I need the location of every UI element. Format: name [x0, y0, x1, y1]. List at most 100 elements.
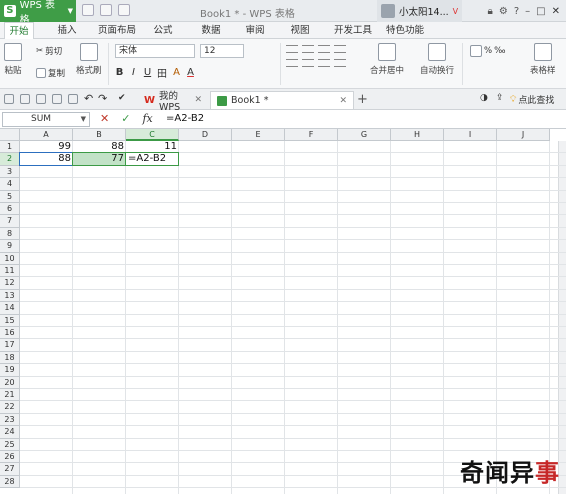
check-icon[interactable]: ✔ [118, 93, 126, 103]
cancel-icon[interactable]: ✕ [100, 112, 109, 125]
italic-button[interactable]: I [129, 67, 138, 78]
align-left-icon[interactable] [286, 59, 298, 67]
row-header-16[interactable]: 16 [0, 327, 20, 340]
row-header-25[interactable]: 25 [0, 438, 20, 451]
gear-icon[interactable]: ⚙ [499, 6, 508, 17]
save-icon[interactable] [118, 4, 130, 16]
close-icon[interactable]: ✕ [552, 6, 560, 17]
maximize-icon[interactable]: □ [536, 6, 545, 17]
indent-icon[interactable] [334, 45, 346, 53]
row-header-15[interactable]: 15 [0, 314, 20, 327]
select-all-corner[interactable] [0, 129, 20, 141]
undo-icon[interactable]: ↶ [84, 92, 93, 105]
row-header-1[interactable]: 1 [0, 141, 20, 154]
row-header-17[interactable]: 17 [0, 339, 20, 352]
column-header-j[interactable]: J [497, 129, 550, 141]
spreadsheet-grid[interactable]: A B C D E F G H I J 1 2 3 4 5 6 7 8 9 10 11 12 13 14 15 16 17 18 19 2… [0, 129, 566, 494]
export-pdf-icon[interactable] [68, 94, 78, 104]
row-header-5[interactable]: 5 [0, 190, 20, 203]
close-icon[interactable]: ✕ [339, 96, 347, 106]
column-header-d[interactable]: D [179, 129, 232, 141]
row-header-23[interactable]: 23 [0, 413, 20, 427]
number-format-icon[interactable] [470, 45, 482, 57]
tab-formulas[interactable]: 公式 [148, 22, 178, 39]
align-center-icon[interactable] [302, 59, 314, 67]
tab-features[interactable]: 特色功能 [380, 22, 430, 39]
permille-button[interactable]: ‰ [494, 46, 505, 56]
column-header-a[interactable]: A [20, 129, 73, 141]
bold-button[interactable]: B [115, 67, 124, 78]
column-header-h[interactable]: H [391, 129, 444, 141]
tab-book1[interactable]: Book1 * ✕ [210, 91, 354, 109]
add-tab-button[interactable]: + [357, 92, 368, 107]
close-icon[interactable]: ✕ [194, 95, 202, 105]
distribute-icon[interactable] [334, 59, 346, 67]
column-header-b[interactable]: B [73, 129, 126, 141]
tab-insert[interactable]: 插入 [52, 22, 82, 39]
row-header-2[interactable]: 2 [0, 153, 20, 166]
row-header-14[interactable]: 14 [0, 302, 20, 315]
row-header-24[interactable]: 24 [0, 426, 20, 439]
underline-button[interactable]: U [143, 67, 152, 78]
lock-icon[interactable]: 🔒︎ [488, 6, 493, 17]
new-file-icon[interactable] [82, 4, 94, 16]
cut-button[interactable]: ✂ 剪切 [36, 45, 62, 57]
align-bottom-icon[interactable] [318, 45, 330, 53]
cell-c2[interactable]: =A2-B2 [126, 153, 232, 165]
tab-home[interactable]: 开始 [4, 22, 34, 39]
row-header-8[interactable]: 8 [0, 227, 20, 241]
fill-color-button[interactable]: A [172, 67, 181, 78]
open-icon[interactable] [4, 94, 14, 104]
cell-a1[interactable]: 99 [20, 141, 73, 153]
percent-button[interactable]: % [484, 46, 492, 56]
copy-button[interactable]: 复制 [36, 67, 65, 79]
borders-button[interactable]: 田 [157, 65, 167, 80]
cell-a2[interactable]: 88 [20, 153, 73, 165]
align-middle-icon[interactable] [302, 45, 314, 53]
confirm-icon[interactable]: ✓ [121, 112, 130, 125]
row-header-10[interactable]: 10 [0, 252, 20, 265]
font-size-select[interactable]: 12 [200, 44, 244, 58]
row-header-13[interactable]: 13 [0, 289, 20, 303]
tab-page-layout[interactable]: 页面布局 [92, 22, 142, 39]
help-icon[interactable]: ? [514, 6, 519, 17]
print-preview-icon[interactable] [52, 94, 62, 104]
insert-function-icon[interactable]: fx [142, 112, 152, 125]
row-header-19[interactable]: 19 [0, 364, 20, 377]
tip-search[interactable]: 💡︎ 点此查找 [510, 93, 554, 107]
font-color-button[interactable]: A [186, 67, 195, 78]
merge-center-button[interactable]: 合并居中 [370, 43, 404, 76]
row-header-3[interactable]: 3 [0, 165, 20, 179]
font-name-select[interactable]: 宋体 [115, 44, 195, 58]
row-header-27[interactable]: 27 [0, 463, 20, 476]
save-icon[interactable] [20, 94, 30, 104]
cell-c1[interactable]: 11 [126, 141, 179, 153]
redo-icon[interactable]: ↷ [98, 92, 107, 105]
row-header-4[interactable]: 4 [0, 178, 20, 191]
minimize-icon[interactable]: – [525, 6, 530, 17]
row-header-11[interactable]: 11 [0, 265, 20, 278]
column-header-e[interactable]: E [232, 129, 285, 141]
user-account[interactable]: 小太阳14... V [377, 0, 463, 22]
row-header-12[interactable]: 12 [0, 277, 20, 290]
format-painter-button[interactable]: 格式刷 [76, 43, 102, 76]
row-header-18[interactable]: 18 [0, 351, 20, 365]
share-icon[interactable]: ⇪ [496, 93, 504, 103]
tab-data[interactable]: 数据 [196, 22, 226, 39]
column-header-g[interactable]: G [338, 129, 391, 141]
column-header-i[interactable]: I [444, 129, 497, 141]
paste-button[interactable]: 粘贴 [4, 43, 22, 76]
name-box[interactable]: SUM ▼ [2, 112, 90, 127]
align-top-icon[interactable] [286, 45, 298, 53]
tab-my-wps[interactable]: W 我的WPS ✕ [138, 91, 208, 113]
row-header-26[interactable]: 26 [0, 451, 20, 464]
align-right-icon[interactable] [318, 59, 330, 67]
vertical-scrollbar[interactable] [558, 141, 566, 494]
row-header-7[interactable]: 7 [0, 215, 20, 228]
cell-b1[interactable]: 88 [73, 141, 126, 153]
table-style-button[interactable]: 表格样 [530, 43, 556, 76]
formula-input[interactable]: =A2-B2 [166, 113, 204, 124]
app-menu-button[interactable]: S WPS 表格 ▼ [0, 0, 76, 26]
row-header-22[interactable]: 22 [0, 401, 20, 414]
chevron-down-icon[interactable]: ▼ [81, 113, 86, 126]
